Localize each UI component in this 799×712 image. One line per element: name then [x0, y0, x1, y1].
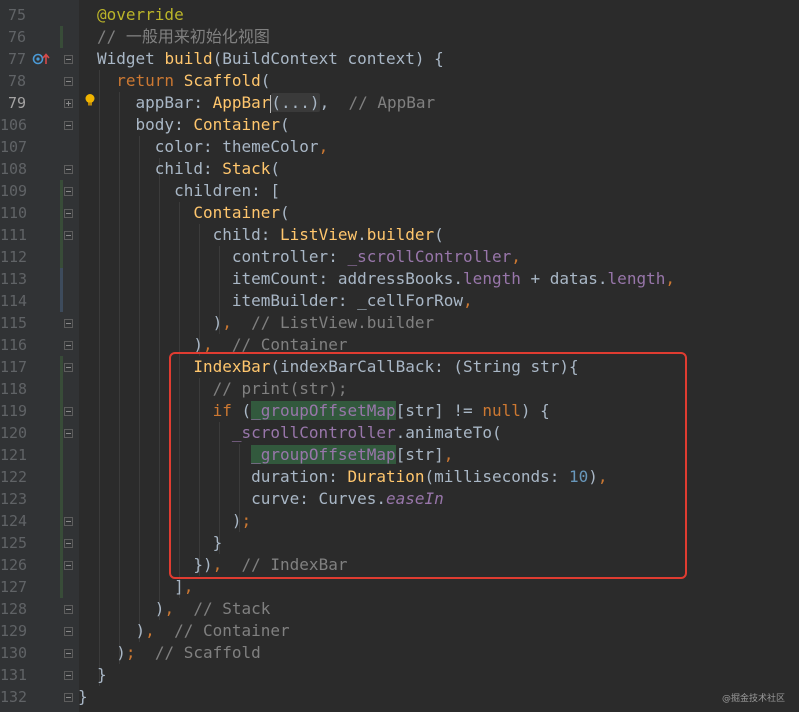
line-number: 75	[7, 6, 26, 24]
fold-toggle[interactable]	[64, 517, 73, 526]
editor-gutter: 75 76 77 78 79 106 107 108 109 110 111 1…	[0, 0, 79, 712]
code-line[interactable]: controller: _scrollController,	[97, 246, 521, 268]
line-number: 126	[0, 556, 28, 574]
fold-toggle[interactable]	[64, 121, 73, 130]
fold-toggle[interactable]	[64, 649, 73, 658]
line-number: 120	[0, 424, 28, 442]
line-number: 129	[0, 622, 28, 640]
folded-region[interactable]: (...)	[271, 93, 320, 112]
line-number: 109	[0, 182, 28, 200]
fold-toggle[interactable]	[64, 671, 73, 680]
line-number: 77	[7, 50, 26, 68]
line-number: 113	[0, 270, 28, 288]
fold-toggle[interactable]	[64, 363, 73, 372]
vcs-change-marker[interactable]	[60, 356, 63, 598]
line-number: 121	[0, 446, 28, 464]
code-line[interactable]: itemBuilder: _cellForRow,	[97, 290, 473, 312]
line-number: 116	[0, 336, 28, 354]
fold-toggle[interactable]	[64, 187, 73, 196]
vcs-change-marker[interactable]	[60, 268, 63, 312]
line-number: 119	[0, 402, 28, 420]
code-line[interactable]: // 一般用来初始化视图	[97, 26, 270, 48]
code-line[interactable]: ],	[97, 576, 193, 598]
line-number: 76	[7, 28, 26, 46]
code-line[interactable]: child: Stack(	[97, 158, 280, 180]
line-number: 117	[0, 358, 28, 376]
line-number: 123	[0, 490, 28, 508]
highlight-box	[169, 352, 687, 579]
code-line[interactable]: children: [	[97, 180, 280, 202]
line-number: 110	[0, 204, 28, 222]
fold-toggle[interactable]	[64, 561, 73, 570]
code-line[interactable]: ), // Container	[97, 620, 290, 642]
fold-toggle[interactable]	[64, 231, 73, 240]
line-number: 114	[0, 292, 28, 310]
fold-toggle[interactable]	[64, 341, 73, 350]
code-line[interactable]: }	[78, 686, 88, 708]
fold-toggle[interactable]	[64, 319, 73, 328]
code-line[interactable]: Widget build(BuildContext context) {	[97, 48, 444, 70]
fold-toggle[interactable]	[64, 407, 73, 416]
vcs-change-marker[interactable]	[60, 26, 63, 48]
watermark: @掘金技术社区	[721, 694, 785, 704]
override-method-icon[interactable]	[32, 52, 52, 66]
code-line[interactable]: ); // Scaffold	[97, 642, 261, 664]
code-line[interactable]: itemCount: addressBooks.length + datas.l…	[97, 268, 675, 290]
line-number: 125	[0, 534, 28, 552]
code-line[interactable]: Container(	[97, 202, 289, 224]
fold-toggle[interactable]	[64, 99, 73, 108]
code-line[interactable]: appBar: AppBar(...), // AppBar	[97, 92, 435, 114]
line-number: 122	[0, 468, 28, 486]
fold-toggle[interactable]	[64, 693, 73, 702]
fold-toggle[interactable]	[64, 165, 73, 174]
fold-toggle[interactable]	[64, 209, 73, 218]
code-line[interactable]: @override	[97, 4, 184, 26]
code-line[interactable]: color: themeColor,	[97, 136, 328, 158]
line-number: 78	[7, 72, 26, 90]
fold-toggle[interactable]	[64, 77, 73, 86]
code-line[interactable]: ), // ListView.builder	[97, 312, 435, 334]
line-number: 79	[7, 94, 26, 112]
fold-toggle[interactable]	[64, 55, 73, 64]
fold-toggle[interactable]	[64, 539, 73, 548]
line-number: 127	[0, 578, 28, 596]
line-number: 106	[0, 116, 28, 134]
line-number: 108	[0, 160, 28, 178]
line-number: 124	[0, 512, 28, 530]
code-line[interactable]: ), // Stack	[97, 598, 271, 620]
fold-toggle[interactable]	[64, 605, 73, 614]
line-number: 132	[0, 688, 28, 706]
line-number: 130	[0, 644, 28, 662]
line-number: 111	[0, 226, 28, 244]
code-line[interactable]: child: ListView.builder(	[97, 224, 444, 246]
line-number: 112	[0, 248, 28, 266]
code-line[interactable]: return Scaffold(	[97, 70, 270, 92]
code-line[interactable]: body: Container(	[97, 114, 290, 136]
line-number: 115	[0, 314, 28, 332]
code-line[interactable]: }	[97, 664, 107, 686]
line-number: 128	[0, 600, 28, 618]
line-number: 131	[0, 666, 28, 684]
fold-toggle[interactable]	[64, 627, 73, 636]
line-number: 118	[0, 380, 28, 398]
fold-toggle[interactable]	[64, 429, 73, 438]
line-number: 107	[0, 138, 28, 156]
